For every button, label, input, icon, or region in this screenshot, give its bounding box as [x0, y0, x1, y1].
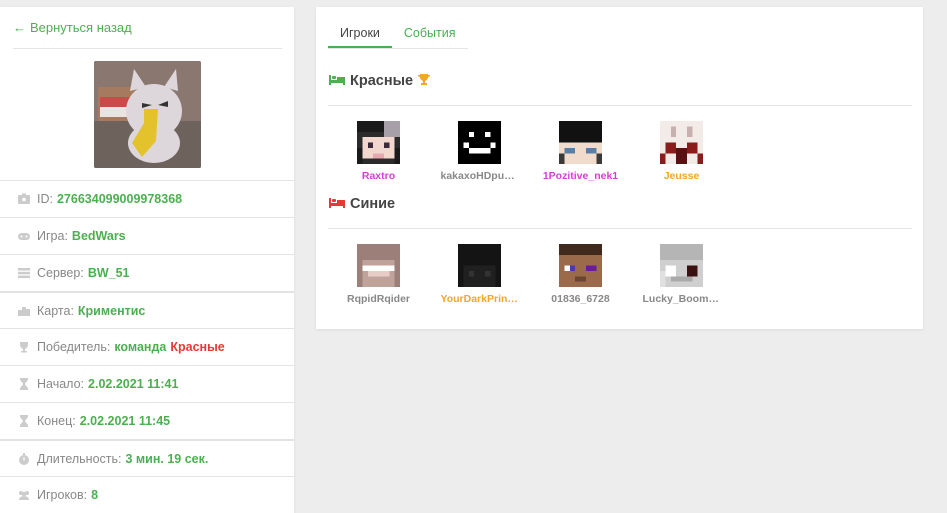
- player-skin-head: [357, 244, 400, 287]
- players-panel: Игроки События Красные Raxtro kakaxoHDpu…: [316, 7, 923, 329]
- team-red-players: Raxtro kakaxoHDpuk2... 1Pozitive_nek1 Je…: [328, 121, 732, 182]
- info-row-server: Сервер: BW_51: [0, 254, 294, 291]
- player-skin-head: [559, 244, 602, 287]
- divider: [328, 105, 912, 106]
- gamepad-icon: [17, 229, 31, 243]
- team-blue-players: RqpidRqider YourDarkPrinc... 01836_6728 …: [328, 244, 732, 305]
- tab-events[interactable]: События: [392, 21, 468, 48]
- player-skin-head: [458, 244, 501, 287]
- server-icon: [17, 266, 31, 280]
- info-row-start: Начало: 2.02.2021 11:41: [0, 365, 294, 402]
- player-card[interactable]: 01836_6728: [530, 244, 631, 305]
- player-name: 01836_6728: [551, 293, 610, 305]
- player-name: Jeusse: [663, 170, 700, 182]
- hourglass-end-icon: [17, 414, 31, 428]
- player-skin-head: [660, 121, 703, 164]
- info-row-game: Игра: BedWars: [0, 217, 294, 254]
- player-name: RqpidRqider: [347, 293, 410, 305]
- info-row-duration: Длительность: 3 мин. 19 сек.: [0, 439, 294, 476]
- player-name: Lucky_Boom_YT: [642, 293, 721, 305]
- team-heading-red: Красные: [328, 72, 431, 90]
- player-skin-head: [357, 121, 400, 164]
- player-skin-head: [660, 244, 703, 287]
- arrow-left-icon: ←: [13, 20, 26, 35]
- back-link-label: Вернуться назад: [30, 20, 132, 35]
- tab-players[interactable]: Игроки: [328, 21, 392, 48]
- divider: [328, 228, 912, 229]
- id-card-icon: [17, 192, 31, 206]
- map-icon: [17, 304, 31, 318]
- trophy-icon: [17, 340, 31, 354]
- team-name: Синие: [350, 196, 396, 212]
- info-row-winner: Победитель: команда Красные: [0, 328, 294, 365]
- info-row-players: Игроков: 8: [0, 476, 294, 513]
- stopwatch-icon: [17, 452, 31, 466]
- player-name: 1Pozitive_nek1: [542, 170, 619, 182]
- trophy-icon: [417, 72, 431, 90]
- player-skin-head: [559, 121, 602, 164]
- back-link[interactable]: ← Вернуться назад: [13, 20, 132, 35]
- player-card[interactable]: Lucky_Boom_YT: [631, 244, 732, 305]
- info-row-map: Карта: Криментис: [0, 291, 294, 328]
- match-info-list: ID: 276634099009978368 Игра: BedWars Сер…: [0, 180, 294, 513]
- team-name: Красные: [350, 73, 414, 89]
- player-card[interactable]: Raxtro: [328, 121, 429, 182]
- match-info-sidebar: ← Вернуться назад ID: 276634099009978368: [0, 7, 294, 513]
- player-name: Raxtro: [361, 170, 396, 182]
- info-row-end: Конец: 2.02.2021 11:45: [0, 402, 294, 439]
- player-name: YourDarkPrinc...: [440, 293, 519, 305]
- player-card[interactable]: Jeusse: [631, 121, 732, 182]
- player-card[interactable]: YourDarkPrinc...: [429, 244, 530, 305]
- users-icon: [17, 488, 31, 502]
- player-name: kakaxoHDpuk2...: [440, 170, 519, 182]
- hourglass-start-icon: [17, 377, 31, 391]
- bed-icon: [328, 72, 346, 90]
- map-avatar: [94, 61, 201, 168]
- tab-bar: Игроки События: [328, 21, 468, 49]
- bed-icon: [328, 195, 346, 213]
- divider: [13, 48, 282, 49]
- player-card[interactable]: 1Pozitive_nek1: [530, 121, 631, 182]
- info-row-id: ID: 276634099009978368: [0, 180, 294, 217]
- team-heading-blue: Синие: [328, 195, 395, 213]
- player-card[interactable]: kakaxoHDpuk2...: [429, 121, 530, 182]
- player-card[interactable]: RqpidRqider: [328, 244, 429, 305]
- player-skin-head: [458, 121, 501, 164]
